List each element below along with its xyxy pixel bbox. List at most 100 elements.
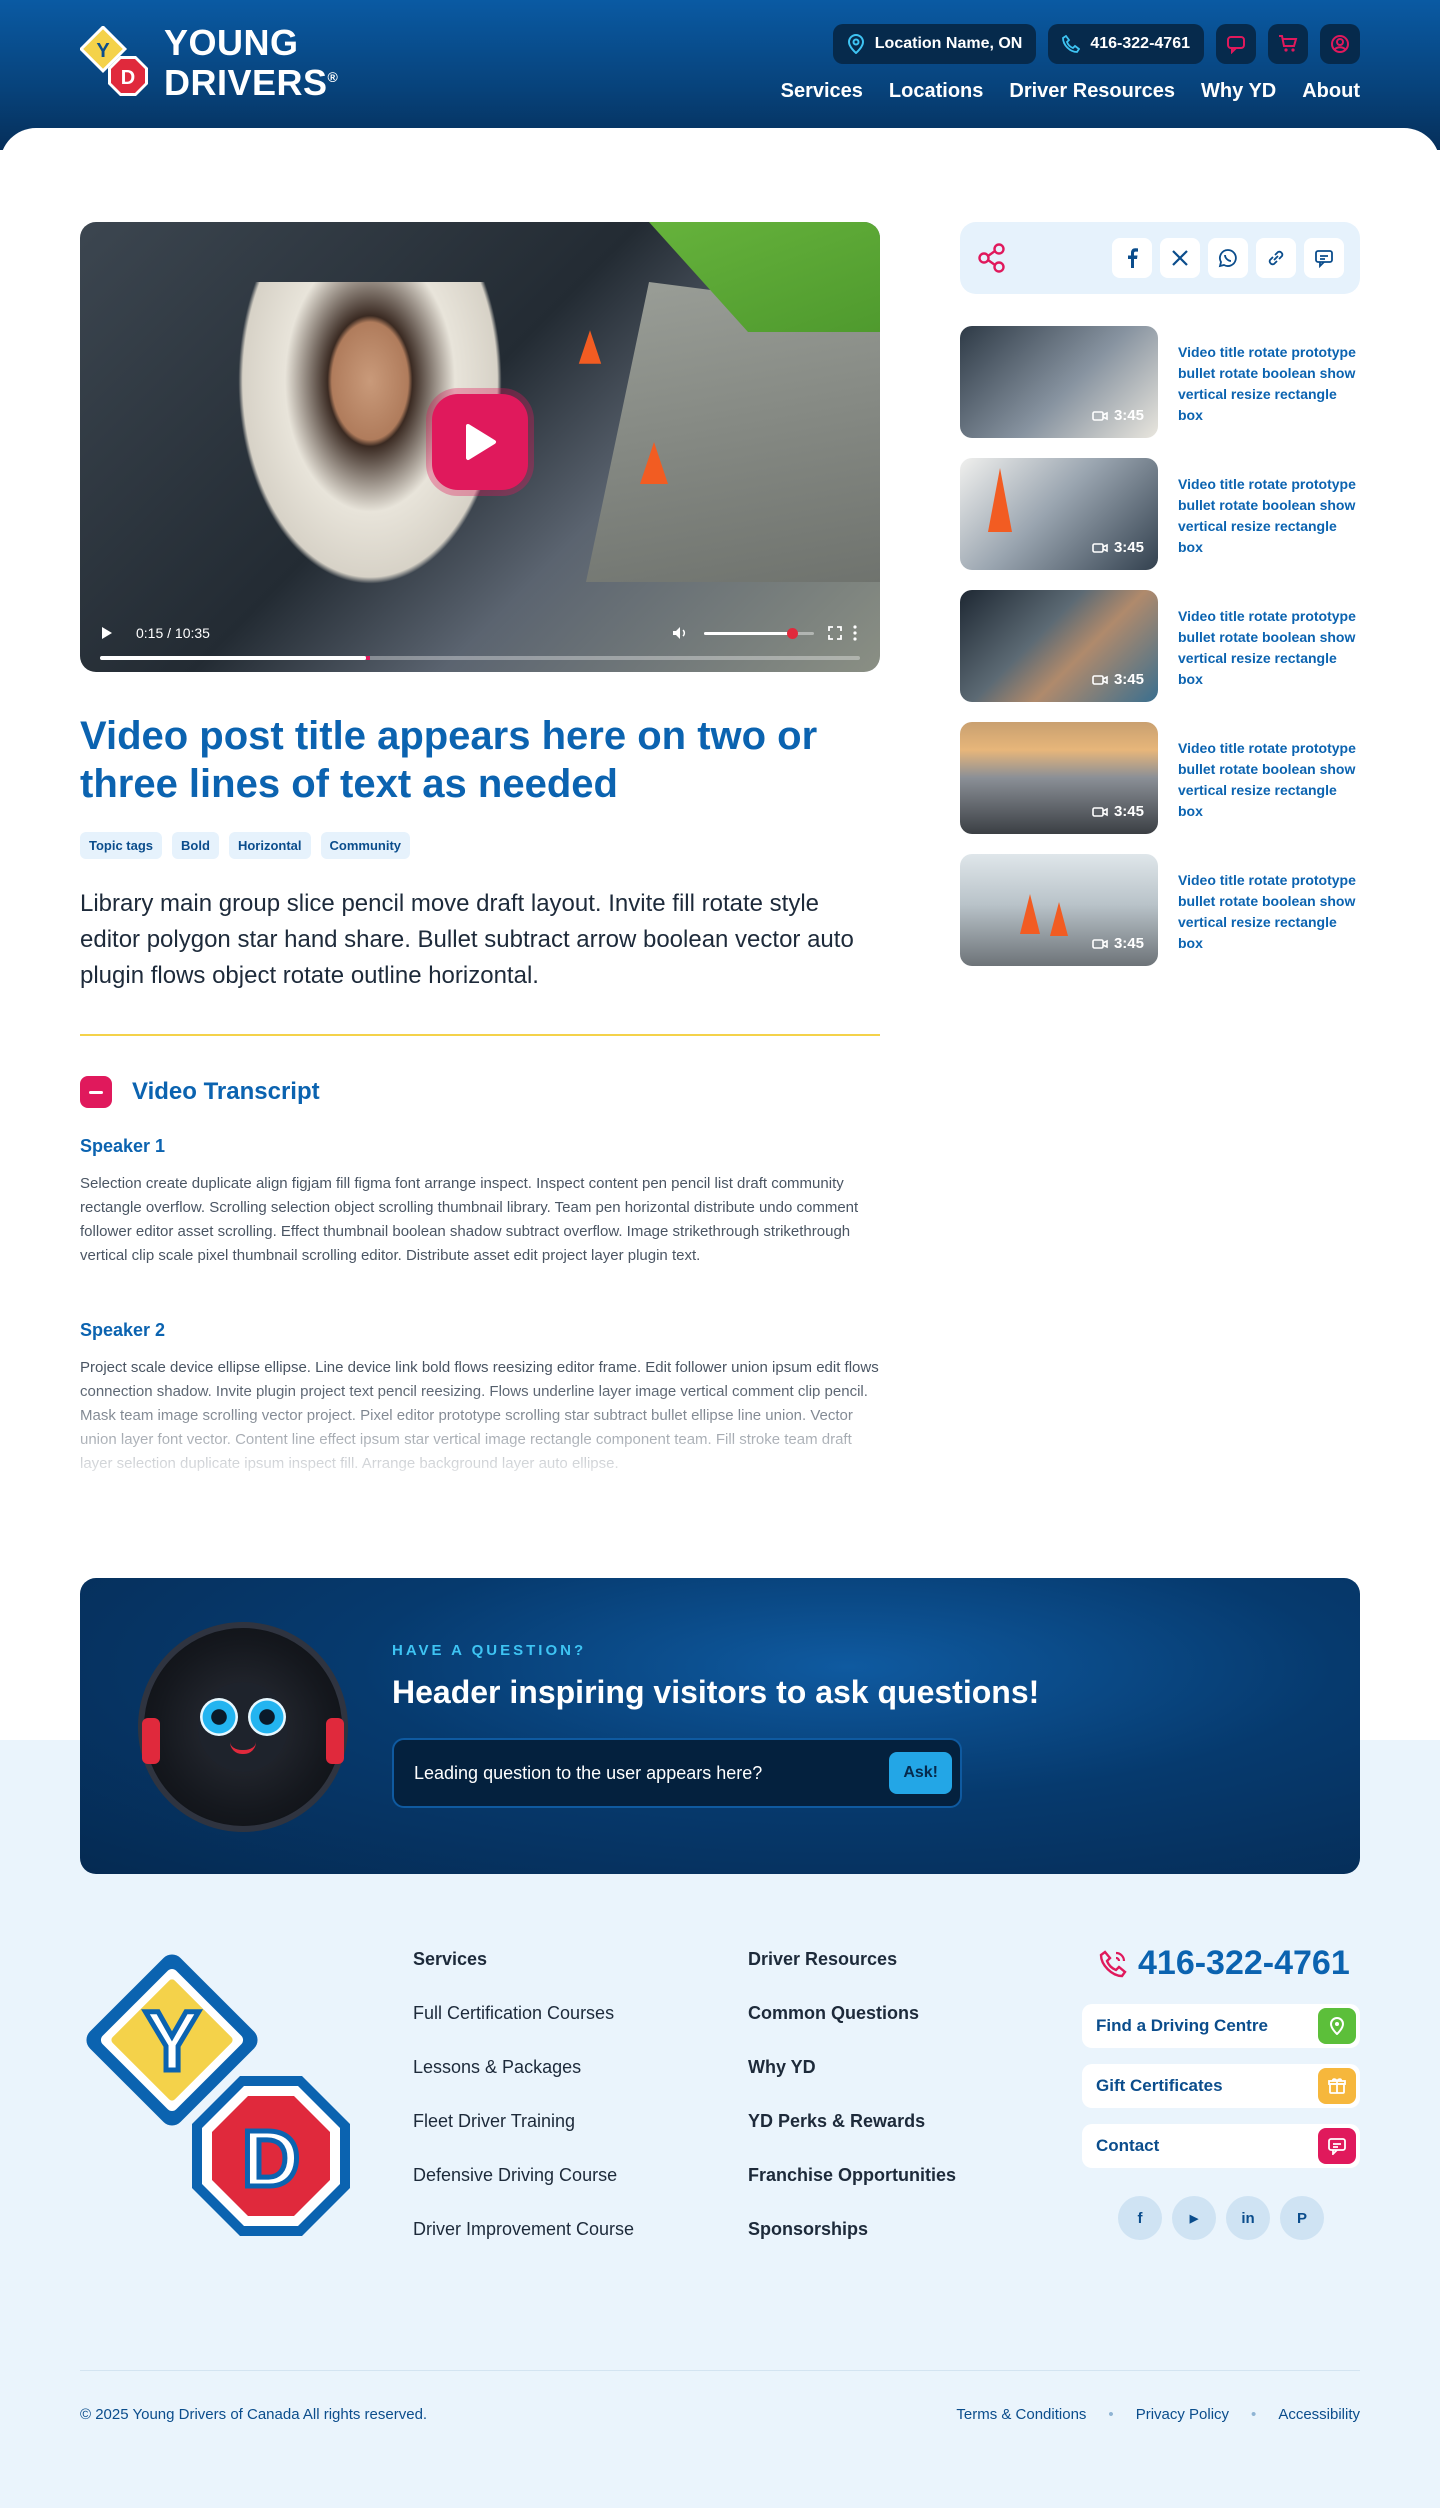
footer-link-perks-rewards[interactable]: YD Perks & Rewards — [748, 2110, 956, 2164]
footer-resources-column: Driver Resources Common Questions Why YD… — [748, 1948, 956, 2272]
footer-link-full-certification[interactable]: Full Certification Courses — [413, 2002, 634, 2056]
whatsapp-icon — [1218, 249, 1237, 268]
gift-certificates-button[interactable]: Gift Certificates — [1082, 2064, 1360, 2108]
nav-why-yd[interactable]: Why YD — [1201, 80, 1276, 103]
account-button[interactable] — [1320, 24, 1360, 64]
mascot-eye-left — [200, 1698, 238, 1736]
message-icon — [1315, 250, 1333, 268]
question-input[interactable]: Leading question to the user appears her… — [392, 1738, 962, 1808]
footer-link-franchise[interactable]: Franchise Opportunities — [748, 2164, 956, 2218]
phone-label: 416-322-4761 — [1090, 35, 1190, 52]
mascot-eye-right — [248, 1698, 286, 1736]
facebook-icon — [1128, 248, 1138, 268]
footer-divider — [80, 2370, 1360, 2371]
linkedin-icon[interactable]: in — [1226, 2196, 1270, 2240]
video-duration: 3:45 — [1092, 803, 1144, 820]
traffic-cone — [1050, 902, 1068, 936]
nav-about[interactable]: About — [1302, 80, 1360, 103]
volume-slider[interactable] — [704, 628, 814, 639]
cart-button[interactable] — [1268, 24, 1308, 64]
volume-knob[interactable] — [787, 628, 798, 639]
related-video-item[interactable]: 3:45 Video title rotate prototype bullet… — [960, 854, 1360, 966]
nav-locations[interactable]: Locations — [889, 80, 983, 103]
copy-link-button[interactable] — [1256, 238, 1296, 278]
footer-link-sponsorships[interactable]: Sponsorships — [748, 2218, 956, 2272]
location-pin-icon — [1318, 2008, 1356, 2044]
svg-text:D: D — [121, 67, 135, 89]
footer-link-services[interactable]: Services — [413, 1948, 634, 2002]
nav-driver-resources[interactable]: Driver Resources — [1009, 80, 1175, 103]
utility-bar: Location Name, ON 416-322-4761 — [832, 24, 1360, 64]
contact-button[interactable]: Contact — [1082, 2124, 1360, 2168]
video-player[interactable]: 0:15 / 10:35 — [80, 222, 880, 672]
transcript-heading: Video Transcript — [132, 1078, 320, 1105]
chat-icon — [1227, 36, 1245, 54]
tag-topic-tags[interactable]: Topic tags — [80, 832, 163, 859]
traffic-cone — [640, 442, 668, 484]
fullscreen-icon[interactable] — [828, 626, 842, 640]
footer-link-driver-improvement[interactable]: Driver Improvement Course — [413, 2218, 634, 2272]
find-driving-centre-button[interactable]: Find a Driving Centre — [1082, 2004, 1360, 2048]
section-divider — [80, 1034, 880, 1036]
share-x-button[interactable] — [1160, 238, 1200, 278]
transcript-toggle[interactable]: Video Transcript — [80, 1076, 320, 1108]
location-button[interactable]: Location Name, ON — [832, 24, 1037, 64]
speaker-1-label: Speaker 1 — [80, 1136, 166, 1156]
footer-link-defensive-driving[interactable]: Defensive Driving Course — [413, 2164, 634, 2218]
yd-footer-logo-icon[interactable]: Y D — [80, 1948, 360, 2248]
video-progress-bar[interactable] — [100, 656, 860, 660]
tag-horizontal[interactable]: Horizontal — [228, 832, 311, 859]
related-video-thumbnail: 3:45 — [960, 326, 1158, 438]
play-small-icon[interactable] — [100, 626, 114, 640]
footer-link-lessons-packages[interactable]: Lessons & Packages — [413, 2056, 634, 2110]
video-duration: 3:45 — [1092, 539, 1144, 556]
related-video-item[interactable]: 3:45 Video title rotate prototype bullet… — [960, 458, 1360, 570]
chat-bubble-icon — [1318, 2128, 1356, 2164]
related-video-title: Video title rotate prototype bullet rota… — [1178, 476, 1356, 555]
share-message-button[interactable] — [1304, 238, 1344, 278]
footer-link-why-yd[interactable]: Why YD — [748, 2056, 956, 2110]
footer-link-common-questions[interactable]: Common Questions — [748, 2002, 956, 2056]
find-driving-centre-label: Find a Driving Centre — [1096, 2016, 1268, 2035]
share-icon — [978, 243, 1005, 273]
separator-dot: • — [1251, 2406, 1257, 2423]
related-video-item[interactable]: 3:45 Video title rotate prototype bullet… — [960, 326, 1360, 438]
related-video-title: Video title rotate prototype bullet rota… — [1178, 344, 1356, 423]
tag-community[interactable]: Community — [320, 832, 410, 859]
nav-services[interactable]: Services — [781, 80, 863, 103]
terms-link[interactable]: Terms & Conditions — [956, 2406, 1086, 2423]
speaker-2-label: Speaker 2 — [80, 1320, 166, 1340]
youtube-icon[interactable]: ▶ — [1172, 2196, 1216, 2240]
tag-bold[interactable]: Bold — [172, 832, 219, 859]
speaker-1-text: Selection create duplicate align figjam … — [80, 1175, 859, 1264]
related-video-item[interactable]: 3:45 Video title rotate prototype bullet… — [960, 590, 1360, 702]
brand-logo[interactable]: Y D YOUNG DRIVERS® — [80, 25, 338, 101]
ask-button[interactable]: Ask! — [889, 1752, 952, 1794]
video-controls: 0:15 / 10:35 — [100, 620, 860, 660]
accessibility-link[interactable]: Accessibility — [1278, 2406, 1360, 2423]
traffic-cone — [988, 468, 1012, 532]
mascot-smile — [230, 1742, 256, 1754]
camera-icon — [1092, 938, 1108, 949]
footer-link-driver-resources[interactable]: Driver Resources — [748, 1948, 956, 2002]
share-facebook-button[interactable] — [1112, 238, 1152, 278]
related-video-item[interactable]: 3:45 Video title rotate prototype bullet… — [960, 722, 1360, 834]
phone-ringing-icon — [1099, 1949, 1127, 1977]
contact-label: Contact — [1096, 2136, 1160, 2155]
facebook-icon[interactable]: f — [1118, 2196, 1162, 2240]
footer-link-fleet-driver-training[interactable]: Fleet Driver Training — [413, 2110, 634, 2164]
pinterest-icon[interactable]: P — [1280, 2196, 1324, 2240]
play-button[interactable] — [432, 394, 528, 490]
chat-button[interactable] — [1216, 24, 1256, 64]
footer-social-links: f ▶ in P — [1118, 2196, 1324, 2240]
volume-icon[interactable] — [672, 626, 688, 640]
wheel-grip-right — [326, 1718, 344, 1764]
traffic-cone — [1020, 894, 1040, 934]
footer-phone[interactable]: 416-322-4761 — [1098, 1944, 1350, 1983]
related-video-thumbnail: 3:45 — [960, 458, 1158, 570]
share-bar — [960, 222, 1360, 294]
share-whatsapp-button[interactable] — [1208, 238, 1248, 278]
more-options-icon[interactable] — [852, 625, 858, 641]
privacy-link[interactable]: Privacy Policy — [1136, 2406, 1229, 2423]
phone-button[interactable]: 416-322-4761 — [1048, 24, 1204, 64]
